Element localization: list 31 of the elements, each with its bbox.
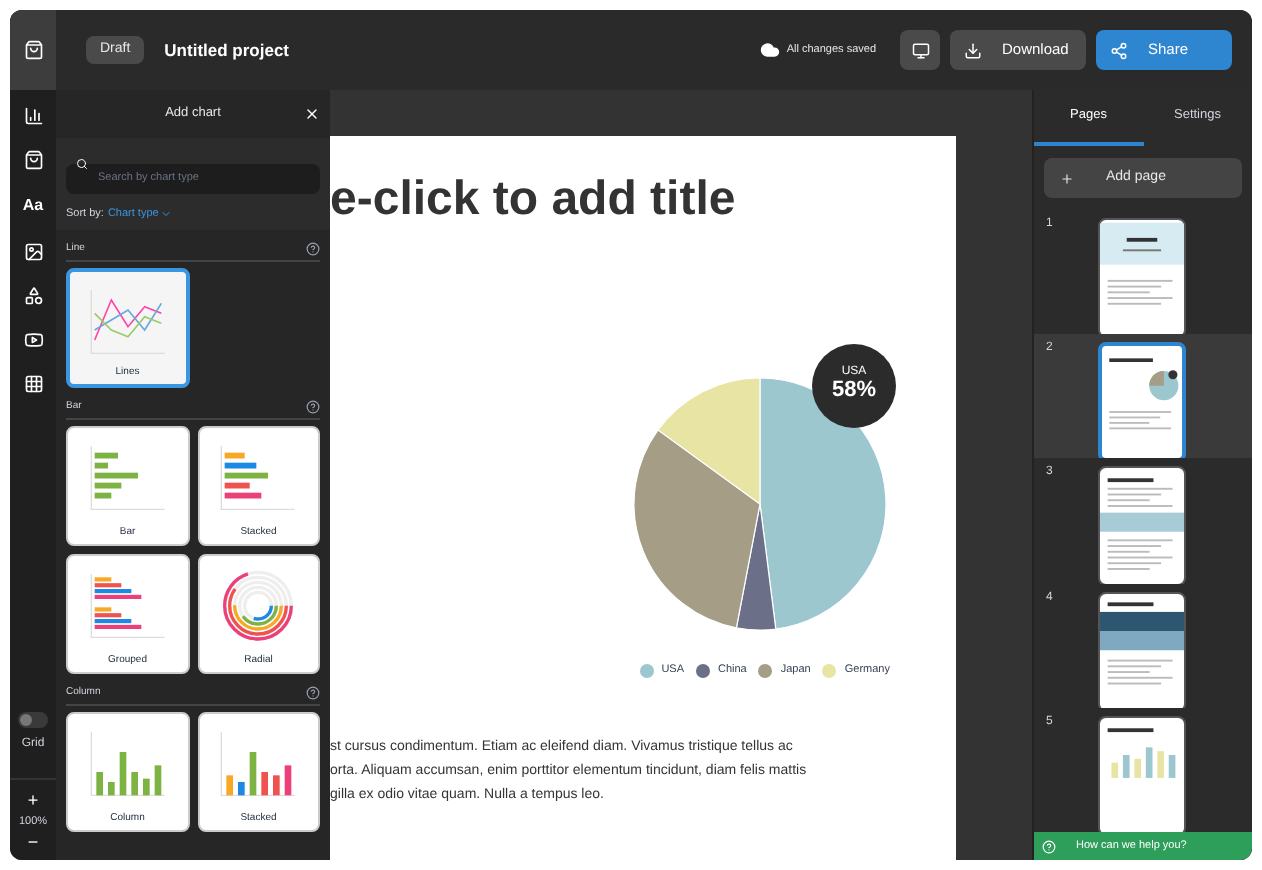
chevron-icon xyxy=(160,208,173,221)
video-icon[interactable] xyxy=(23,330,43,350)
search-icon xyxy=(76,157,88,169)
help-icon[interactable] xyxy=(306,241,320,256)
help-icon xyxy=(1042,839,1056,853)
badge-value: 58% xyxy=(831,378,877,406)
image-icon[interactable] xyxy=(23,242,43,262)
text-tool[interactable]: Aa xyxy=(22,194,44,218)
grid-icon[interactable] xyxy=(23,374,43,394)
chart-icon[interactable] xyxy=(23,106,43,126)
cloud-icon xyxy=(760,40,781,60)
help-icon[interactable] xyxy=(306,685,320,700)
page-thumbnail xyxy=(1098,466,1186,584)
share-icon xyxy=(1110,41,1128,59)
bag-icon[interactable] xyxy=(23,150,43,170)
page-thumbnail xyxy=(1098,591,1186,708)
monitor-icon xyxy=(911,41,929,59)
project-title[interactable]: Untitled project xyxy=(164,37,290,63)
download-icon xyxy=(964,41,982,59)
page-thumbnail xyxy=(1098,342,1186,459)
help-icon[interactable] xyxy=(306,399,320,414)
grid-toggle[interactable] xyxy=(18,711,48,728)
zoom-in-button[interactable]: + xyxy=(27,791,39,810)
preview-button[interactable] xyxy=(900,30,940,70)
zoom-out-button[interactable]: − xyxy=(27,834,39,852)
plus-icon xyxy=(1060,171,1074,185)
close-icon[interactable] xyxy=(304,106,320,122)
page-thumbnail xyxy=(1098,715,1186,832)
page-thumbnail xyxy=(1098,218,1186,335)
shapes-icon[interactable] xyxy=(23,286,43,306)
document-title[interactable]: e-click to add title xyxy=(330,176,956,224)
